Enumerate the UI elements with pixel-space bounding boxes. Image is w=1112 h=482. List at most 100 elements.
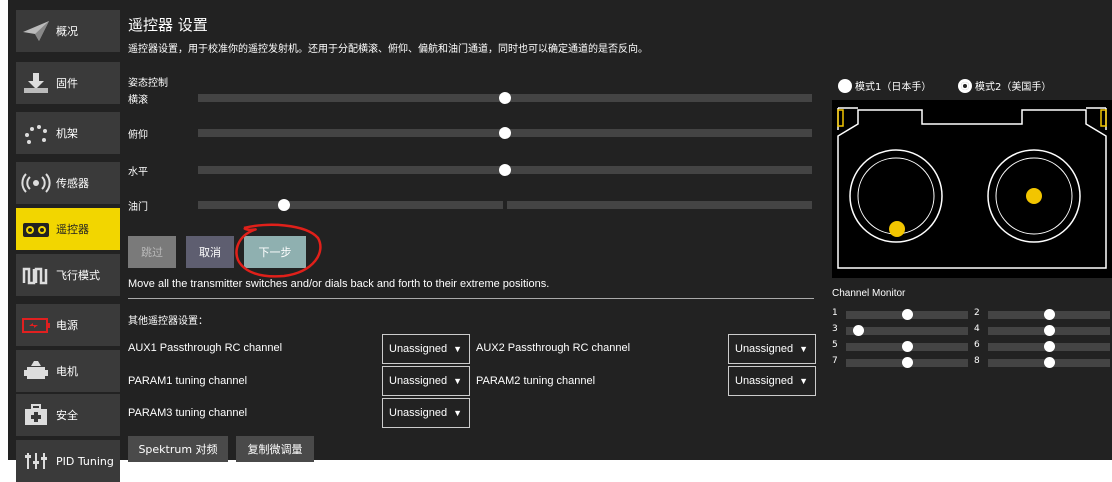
yaw-slider-thumb[interactable]: [499, 164, 511, 176]
throttle-slider-upper[interactable]: [507, 201, 812, 209]
channel-monitor-title: Channel Monitor: [832, 288, 906, 299]
pid-tuning-icon: [16, 440, 56, 482]
sidebar-item-label: 电机: [56, 365, 78, 378]
param1-select-value: Unassigned: [389, 375, 448, 387]
spektrum-bind-button[interactable]: Spektrum 对频: [128, 436, 228, 462]
airframe-icon: [16, 112, 56, 154]
motor-icon: [16, 350, 56, 392]
channel-monitor-thumb: [1044, 309, 1055, 320]
param2-select[interactable]: Unassigned ▼: [728, 366, 816, 396]
param1-select[interactable]: Unassigned ▼: [382, 366, 470, 396]
yaw-label: 水平: [128, 167, 148, 178]
chevron-down-icon: ▼: [799, 376, 809, 386]
sidebar-item-label: 遥控器: [56, 223, 89, 236]
channel-monitor-number: 8: [974, 356, 980, 366]
channel-monitor-number: 2: [974, 308, 980, 318]
sidebar-item-power[interactable]: 电源: [16, 304, 120, 346]
roll-slider-thumb[interactable]: [499, 92, 511, 104]
chevron-down-icon: ▼: [799, 344, 809, 354]
other-settings-label: 其他遥控器设置：: [128, 316, 208, 327]
left-stick-indicator: [889, 221, 905, 237]
throttle-label: 油门: [128, 202, 148, 213]
mode1-radio[interactable]: 模式1（日本手）: [838, 78, 931, 93]
sidebar-item-label: 安全: [56, 409, 78, 422]
radio-circle-checked-icon: [958, 78, 972, 93]
sidebar-item-label: 固件: [56, 77, 78, 90]
throttle-slider[interactable]: [198, 201, 503, 209]
chevron-down-icon: ▼: [453, 376, 463, 386]
page-title: 遥控器 设置: [128, 16, 208, 34]
param2-select-value: Unassigned: [735, 375, 794, 387]
aux2-label: AUX2 Passthrough RC channel: [476, 342, 631, 354]
app-window: 概况 固件 机架 传感器 遥控器 飞行模式 电源 电机 安全 PID Tunin…: [8, 0, 1112, 482]
aux2-select-value: Unassigned: [735, 343, 794, 355]
channel-monitor-number: 1: [832, 308, 838, 318]
right-stick-indicator: [1026, 188, 1042, 204]
channel-monitor-number: 3: [832, 324, 838, 334]
param3-select[interactable]: Unassigned ▼: [382, 398, 470, 428]
page-description: 遥控器设置，用于校准你的遥控发射机。还用于分配横滚、俯仰、偏航和油门通道，同时也…: [128, 44, 648, 55]
sidebar-item-label: 飞行模式: [56, 269, 100, 282]
param1-label: PARAM1 tuning channel: [128, 375, 248, 387]
aux1-select-value: Unassigned: [389, 343, 448, 355]
channel-monitor-track: [846, 327, 968, 335]
roll-label: 横滚: [128, 95, 148, 106]
sidebar-item-sensors[interactable]: 传感器: [16, 162, 120, 204]
instruction-text: Move all the transmitter switches and/or…: [128, 278, 550, 290]
param3-label: PARAM3 tuning channel: [128, 407, 248, 419]
download-icon: [16, 62, 56, 104]
sidebar-item-label: 电源: [56, 319, 78, 332]
sidebar-item-flight-modes[interactable]: 飞行模式: [16, 254, 120, 296]
channel-monitor-number: 5: [832, 340, 838, 350]
param3-select-value: Unassigned: [389, 407, 448, 419]
flight-modes-icon: [16, 254, 56, 296]
aux1-label: AUX1 Passthrough RC channel: [128, 342, 283, 354]
sidebar-item-radio[interactable]: 遥控器: [16, 208, 120, 250]
channel-monitor-number: 7: [832, 356, 838, 366]
sidebar-item-pid-tuning[interactable]: PID Tuning: [16, 440, 120, 482]
mode1-label: 模式1（日本手）: [855, 82, 932, 93]
safety-icon: [16, 394, 56, 436]
paper-plane-icon: [16, 10, 56, 52]
sidebar-item-label: 机架: [56, 127, 78, 140]
sidebar-item-firmware[interactable]: 固件: [16, 62, 120, 104]
mode2-label: 模式2（美国手）: [975, 82, 1052, 93]
chevron-down-icon: ▼: [453, 344, 463, 354]
mode2-radio[interactable]: 模式2（美国手）: [958, 78, 1051, 93]
sidebar-item-motors[interactable]: 电机: [16, 350, 120, 392]
channel-monitor-number: 4: [974, 324, 980, 334]
sidebar-item-safety[interactable]: 安全: [16, 394, 120, 436]
battery-icon: [16, 304, 56, 346]
transmitter-diagram: [837, 107, 1107, 269]
channel-monitor-number: 6: [974, 340, 980, 350]
channel-monitor-thumb: [902, 341, 913, 352]
channel-monitor-thumb: [1044, 341, 1055, 352]
sidebar-item-label: 概况: [56, 25, 78, 38]
sidebar-item-summary[interactable]: 概况: [16, 10, 120, 52]
remote-control-icon: [16, 208, 56, 250]
skip-button[interactable]: 跳过: [128, 236, 176, 268]
aux2-select[interactable]: Unassigned ▼: [728, 334, 816, 364]
pitch-label: 俯仰: [128, 130, 148, 141]
throttle-slider-thumb[interactable]: [277, 199, 290, 211]
channel-monitor-thumb: [902, 357, 913, 368]
radio-circle-icon: [838, 78, 852, 93]
radio-waves-icon: [16, 162, 56, 204]
right-panel: 模式1（日本手） 模式2（美国手） Channel Monitor 1 2 3 …: [824, 0, 1112, 460]
channel-monitor-thumb: [1044, 325, 1055, 336]
divider: [128, 298, 814, 299]
attitude-control-label: 姿态控制: [128, 78, 168, 89]
sidebar: 概况 固件 机架 传感器 遥控器 飞行模式 电源 电机 安全 PID Tunin…: [8, 0, 120, 482]
channel-monitor-thumb: [902, 309, 913, 320]
channel-monitor-thumb: [1044, 357, 1055, 368]
copy-trims-button[interactable]: 复制微调量: [236, 436, 314, 462]
sidebar-item-label: 传感器: [56, 177, 89, 190]
transmitter-display: [832, 100, 1112, 278]
param2-label: PARAM2 tuning channel: [476, 375, 596, 387]
chevron-down-icon: ▼: [453, 408, 463, 418]
pitch-slider-thumb[interactable]: [499, 127, 511, 139]
aux1-select[interactable]: Unassigned ▼: [382, 334, 470, 364]
sidebar-item-airframe[interactable]: 机架: [16, 112, 120, 154]
main-panel: 遥控器 设置 遥控器设置，用于校准你的遥控发射机。还用于分配横滚、俯仰、偏航和油…: [120, 0, 816, 462]
annotation-circle: [235, 223, 322, 278]
